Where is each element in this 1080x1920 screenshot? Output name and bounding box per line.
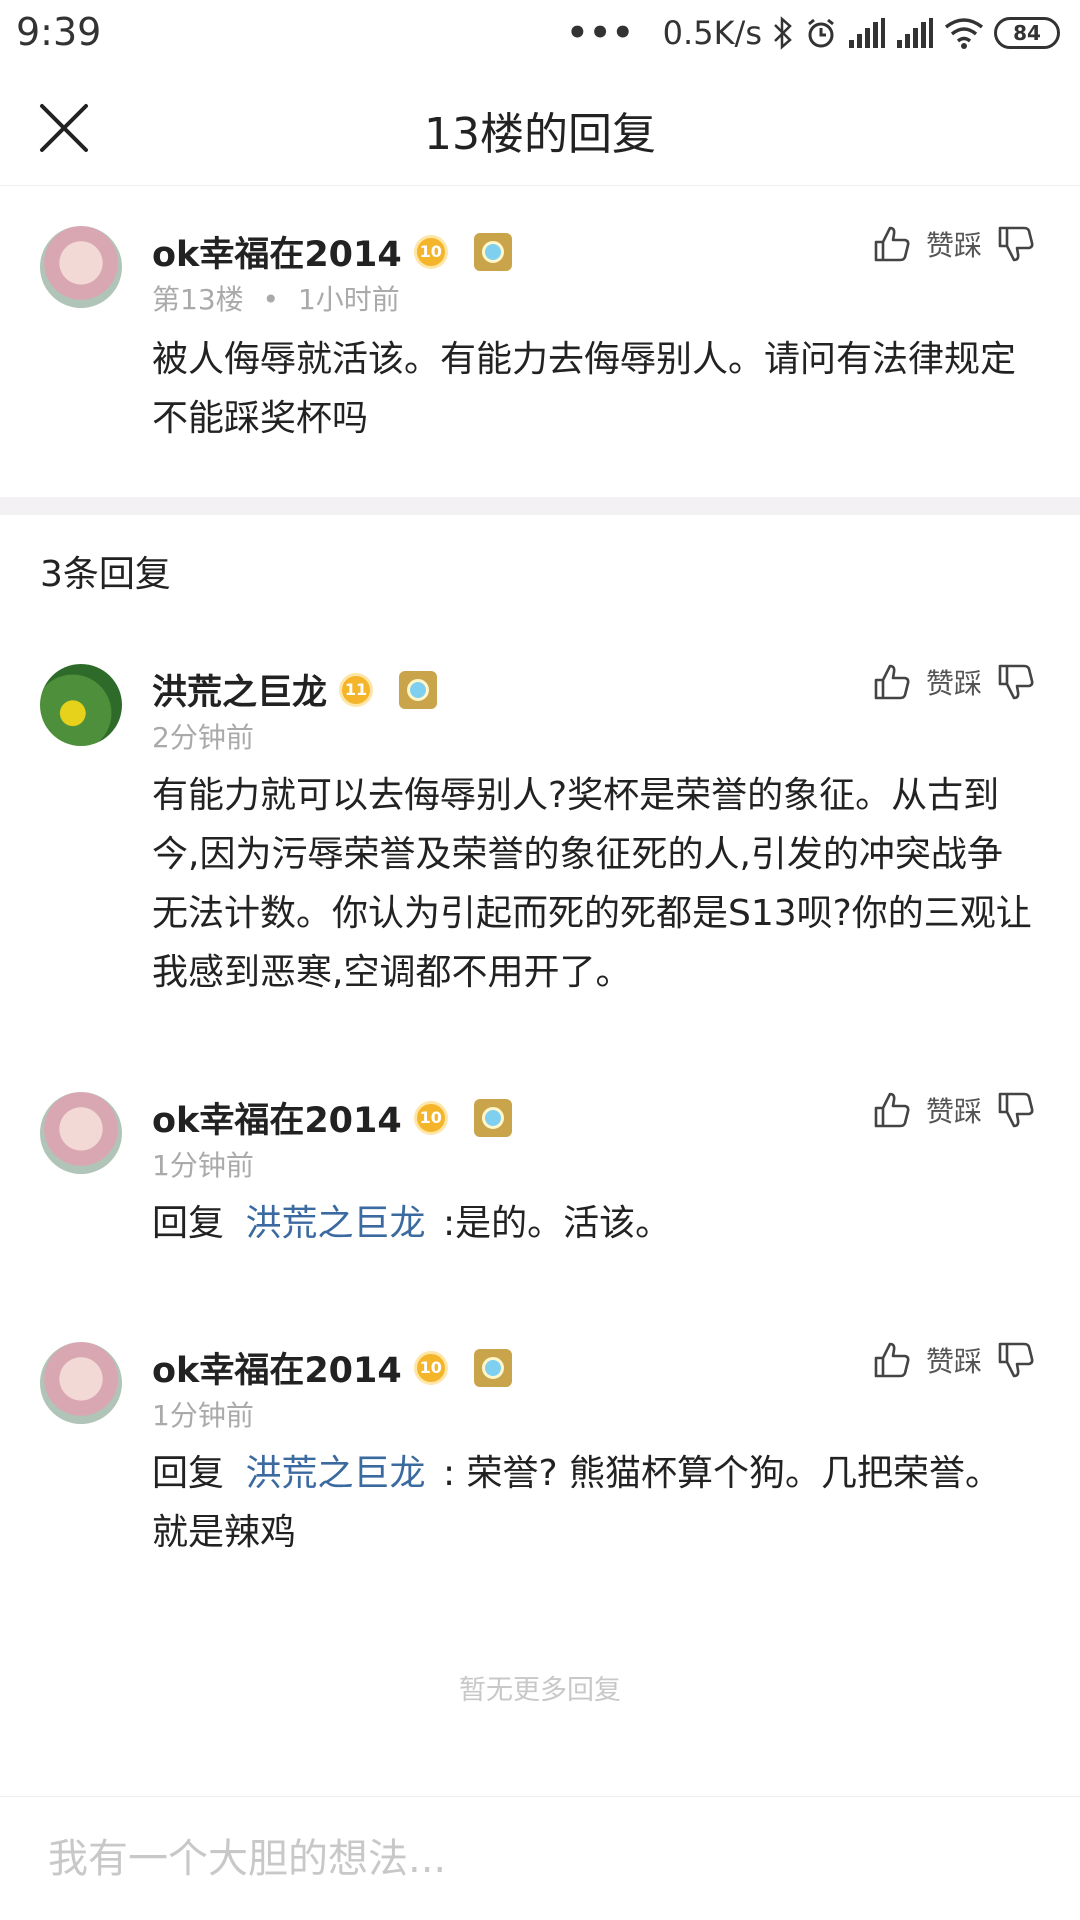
status-bar: 9:39 ••• 0.5K/s 84 bbox=[0, 0, 1080, 68]
signal-icon-2 bbox=[897, 18, 933, 48]
avatar[interactable] bbox=[40, 1092, 122, 1174]
member-badge-icon bbox=[399, 670, 438, 709]
vote-label: 赞踩 bbox=[925, 1345, 982, 1378]
username[interactable]: 洪荒之巨龙 bbox=[152, 664, 327, 715]
member-badge-icon bbox=[473, 1098, 512, 1137]
username[interactable]: ok幸福在2014 bbox=[152, 1342, 402, 1393]
thumbs-down-icon[interactable] bbox=[996, 224, 1036, 264]
reply-to-user-link[interactable]: 洪荒之巨龙 bbox=[245, 1203, 425, 1244]
thumbs-up-icon[interactable] bbox=[872, 1340, 912, 1380]
page-title: 13楼的回复 bbox=[424, 109, 656, 160]
alarm-icon bbox=[808, 18, 834, 48]
user-info: ok幸福在2014 10 bbox=[152, 1092, 512, 1143]
username[interactable]: ok幸福在2014 bbox=[152, 1092, 402, 1143]
level-badge: 11 bbox=[339, 672, 374, 707]
signal-icon bbox=[849, 18, 885, 48]
section-divider bbox=[0, 497, 1080, 515]
level-badge: 10 bbox=[413, 1350, 448, 1385]
bluetooth-icon bbox=[774, 16, 792, 50]
wifi-icon bbox=[944, 18, 984, 49]
network-speed: 0.5K/s bbox=[662, 14, 762, 52]
vote-actions: 赞踩 bbox=[872, 1340, 1036, 1380]
reply-time: 1分钟前 bbox=[152, 1399, 254, 1432]
comment-input-bar bbox=[0, 1796, 1080, 1920]
post-time: 1小时前 bbox=[297, 283, 400, 316]
avatar[interactable] bbox=[40, 664, 122, 746]
meta-separator: • bbox=[262, 283, 280, 316]
reply-text: 回复 洪荒之巨龙 :是的。活该。 bbox=[152, 1194, 1032, 1253]
comment-input[interactable] bbox=[48, 1827, 1028, 1891]
vote-actions: 赞踩 bbox=[872, 224, 1036, 264]
vote-label: 赞踩 bbox=[925, 1095, 982, 1128]
level-badge: 10 bbox=[413, 234, 448, 269]
level-badge: 10 bbox=[413, 1100, 448, 1135]
user-info: ok幸福在2014 10 bbox=[152, 226, 512, 277]
avatar[interactable] bbox=[40, 1342, 122, 1424]
reply-text: 回复 洪荒之巨龙 : 荣誉? 熊猫杯算个狗。几把荣誉。就是辣鸡 bbox=[152, 1444, 1032, 1562]
reply-prefix: 回复 bbox=[152, 1203, 225, 1244]
reply-count: 3条回复 bbox=[40, 554, 171, 595]
battery-icon: 84 bbox=[994, 17, 1060, 49]
post-meta: 第13楼 • 1小时前 bbox=[152, 278, 400, 318]
status-time: 9:39 bbox=[16, 10, 102, 54]
thumbs-down-icon[interactable] bbox=[996, 1090, 1036, 1130]
user-info: 洪荒之巨龙 11 bbox=[152, 664, 438, 715]
thumbs-down-icon[interactable] bbox=[996, 662, 1036, 702]
thumbs-up-icon[interactable] bbox=[872, 1090, 912, 1130]
reply-prefix: 回复 bbox=[152, 1453, 225, 1494]
reply-content: :是的。活该。 bbox=[442, 1203, 672, 1244]
avatar[interactable] bbox=[40, 226, 122, 308]
member-badge-icon bbox=[473, 1348, 512, 1387]
thumbs-up-icon[interactable] bbox=[872, 224, 912, 264]
member-badge-icon bbox=[473, 232, 512, 271]
vote-label: 赞踩 bbox=[925, 667, 982, 700]
reply-time: 2分钟前 bbox=[152, 721, 254, 754]
reply-time: 1分钟前 bbox=[152, 1149, 254, 1182]
vote-actions: 赞踩 bbox=[872, 1090, 1036, 1130]
no-more-replies: 暂无更多回复 bbox=[459, 1675, 621, 1706]
reply-text: 有能力就可以去侮辱别人?奖杯是荣誉的象征。从古到今,因为污辱荣誉及荣誉的象征死的… bbox=[152, 775, 1032, 993]
more-notifications-icon: ••• bbox=[566, 13, 635, 53]
floor-number: 第13楼 bbox=[152, 283, 244, 316]
thumbs-down-icon[interactable] bbox=[996, 1340, 1036, 1380]
user-info: ok幸福在2014 10 bbox=[152, 1342, 512, 1393]
post-text: 被人侮辱就活该。有能力去侮辱别人。请问有法律规定不能踩奖杯吗 bbox=[152, 339, 1017, 439]
vote-actions: 赞踩 bbox=[872, 662, 1036, 702]
title-bar: 13楼的回复 bbox=[0, 68, 1080, 186]
thumbs-up-icon[interactable] bbox=[872, 662, 912, 702]
vote-label: 赞踩 bbox=[925, 229, 982, 262]
username[interactable]: ok幸福在2014 bbox=[152, 226, 402, 277]
status-icons: ••• 0.5K/s 84 bbox=[566, 8, 1060, 58]
reply-to-user-link[interactable]: 洪荒之巨龙 bbox=[245, 1453, 425, 1494]
